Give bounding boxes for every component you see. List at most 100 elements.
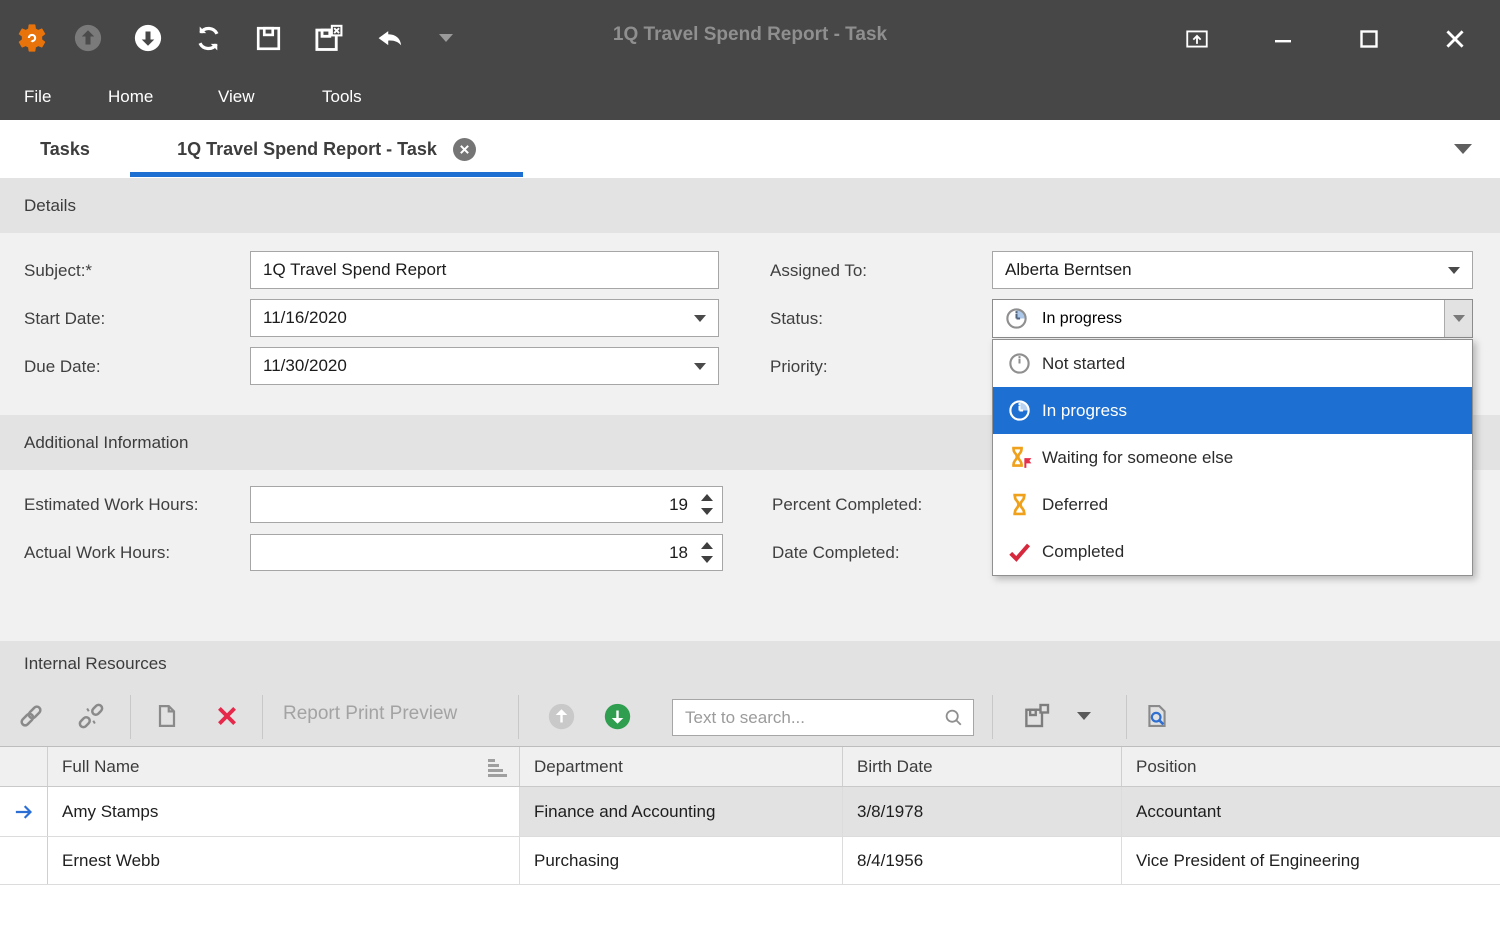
column-header-position[interactable]: Position	[1122, 747, 1500, 786]
delete-record-button[interactable]	[212, 701, 242, 731]
details-section-header: Details	[0, 178, 1500, 233]
document-tabbar: Tasks 1Q Travel Spend Report - Task	[0, 120, 1500, 178]
grid-search-input[interactable]	[685, 700, 939, 735]
move-up-disabled-button[interactable]	[70, 20, 106, 56]
titlebar: 1Q Travel Spend Report - Task File Home	[0, 0, 1500, 120]
focused-row-arrow-icon	[11, 799, 37, 825]
status-dropdown-button[interactable]	[1444, 300, 1472, 337]
resources-section-title: Internal Resources	[24, 654, 167, 674]
cell-position[interactable]: Accountant	[1122, 787, 1500, 836]
tab-close-button[interactable]	[453, 138, 476, 161]
estimated-hours-spinner[interactable]: 19	[250, 486, 723, 523]
print-preview-icon	[1143, 702, 1171, 730]
subject-field[interactable]	[250, 251, 719, 289]
close-button[interactable]	[1438, 22, 1472, 56]
down-circle-icon	[133, 23, 163, 53]
minimize-button[interactable]	[1266, 22, 1300, 56]
row-move-up-button[interactable]	[546, 701, 576, 731]
search-icon	[942, 706, 966, 730]
cell-department[interactable]: Purchasing	[520, 837, 843, 884]
maximize-button[interactable]	[1352, 22, 1386, 56]
status-option-not-started[interactable]: Not started	[993, 340, 1472, 387]
popup-window-button[interactable]	[1180, 22, 1214, 56]
clock-in-progress-icon	[1003, 305, 1030, 332]
app-menu-button[interactable]	[14, 20, 50, 56]
move-down-button[interactable]	[130, 20, 166, 56]
new-record-button[interactable]	[152, 701, 182, 731]
status-option-completed[interactable]: Completed	[993, 528, 1472, 575]
estimated-hours-increment[interactable]	[701, 494, 713, 501]
save-button[interactable]	[250, 20, 286, 56]
grid-row-ernest-webb[interactable]: Ernest Webb Purchasing 8/4/1956 Vice Pre…	[0, 837, 1500, 885]
column-header-department[interactable]: Department	[520, 747, 843, 786]
undo-button[interactable]	[370, 20, 406, 56]
menu-tools[interactable]: Tools	[322, 82, 362, 112]
unlink-icon	[76, 701, 106, 731]
cell-position[interactable]: Vice President of Engineering	[1122, 837, 1500, 884]
actual-hours-increment[interactable]	[701, 542, 713, 549]
application-window: 1Q Travel Spend Report - Task File Home	[0, 0, 1500, 952]
resources-grid: Full Name Department Birth Date Position	[0, 746, 1500, 885]
gear-icon	[15, 21, 49, 55]
status-option-waiting[interactable]: Waiting for someone else	[993, 434, 1472, 481]
status-value: In progress	[1042, 310, 1122, 328]
export-dropdown-button[interactable]	[1072, 701, 1096, 731]
due-date-combo[interactable]: 11/30/2020	[250, 347, 719, 385]
priority-label: Priority:	[770, 357, 828, 377]
due-date-dropdown-icon[interactable]	[694, 363, 706, 370]
checkmark-icon	[1006, 538, 1033, 565]
cell-full-name[interactable]: Amy Stamps	[48, 787, 520, 836]
grid-search-field[interactable]	[672, 699, 974, 736]
cell-full-name[interactable]: Ernest Webb	[48, 837, 520, 884]
refresh-button[interactable]	[190, 20, 226, 56]
status-combo[interactable]: In progress	[992, 299, 1473, 338]
menu-home[interactable]: Home	[108, 82, 153, 112]
clock-in-progress-icon	[1006, 397, 1033, 424]
hourglass-flag-icon	[1006, 444, 1033, 471]
new-document-icon	[153, 702, 181, 730]
tab-task-document[interactable]: 1Q Travel Spend Report - Task	[130, 120, 523, 178]
date-completed-label: Date Completed:	[772, 543, 900, 563]
cell-birth-date[interactable]: 8/4/1956	[843, 837, 1122, 884]
additional-section-title: Additional Information	[24, 433, 188, 453]
row-indicator-cell	[0, 787, 48, 836]
subject-input[interactable]	[263, 252, 706, 288]
estimated-hours-decrement[interactable]	[701, 508, 713, 515]
status-option-deferred[interactable]: Deferred	[993, 481, 1472, 528]
tab-tasks[interactable]: Tasks	[0, 120, 130, 178]
actual-hours-spinner[interactable]: 18	[250, 534, 723, 571]
tab-list-chevron-icon[interactable]	[1454, 144, 1472, 154]
status-option-in-progress[interactable]: In progress	[993, 387, 1472, 434]
start-date-combo[interactable]: 11/16/2020	[250, 299, 719, 337]
row-move-down-button[interactable]	[602, 701, 632, 731]
clock-not-started-icon	[1006, 350, 1033, 377]
column-header-birth-date[interactable]: Birth Date	[843, 747, 1122, 786]
close-icon	[1442, 26, 1468, 52]
grid-header-corner	[0, 747, 48, 786]
save-and-close-button[interactable]	[310, 20, 346, 56]
save-close-icon	[313, 23, 344, 54]
status-dropdown-popup: Not started In progress Waiting for some…	[992, 339, 1473, 576]
grid-print-preview-button[interactable]	[1142, 701, 1172, 731]
menu-view[interactable]: View	[218, 82, 255, 112]
cell-birth-date[interactable]: 3/8/1978	[843, 787, 1122, 836]
percent-completed-label: Percent Completed:	[772, 495, 922, 515]
menu-file[interactable]: File	[24, 82, 51, 112]
column-header-full-name[interactable]: Full Name	[48, 747, 520, 786]
window-title: 1Q Travel Spend Report - Task	[450, 24, 1050, 46]
start-date-label: Start Date:	[24, 309, 105, 329]
undo-icon	[372, 22, 405, 55]
assigned-to-combo[interactable]: Alberta Berntsen	[992, 251, 1473, 289]
report-print-preview-button[interactable]: Report Print Preview	[283, 703, 457, 725]
cell-department[interactable]: Finance and Accounting	[520, 787, 843, 836]
assigned-to-dropdown-icon[interactable]	[1448, 267, 1460, 274]
export-button[interactable]	[1022, 701, 1052, 731]
actual-hours-decrement[interactable]	[701, 556, 713, 563]
link-button[interactable]	[16, 701, 46, 731]
grid-row-amy-stamps[interactable]: Amy Stamps Finance and Accounting 3/8/19…	[0, 787, 1500, 837]
start-date-dropdown-icon[interactable]	[694, 315, 706, 322]
hourglass-icon	[1006, 491, 1033, 518]
unlink-button[interactable]	[76, 701, 106, 731]
move-down-icon	[603, 702, 632, 731]
move-up-icon	[547, 702, 576, 731]
